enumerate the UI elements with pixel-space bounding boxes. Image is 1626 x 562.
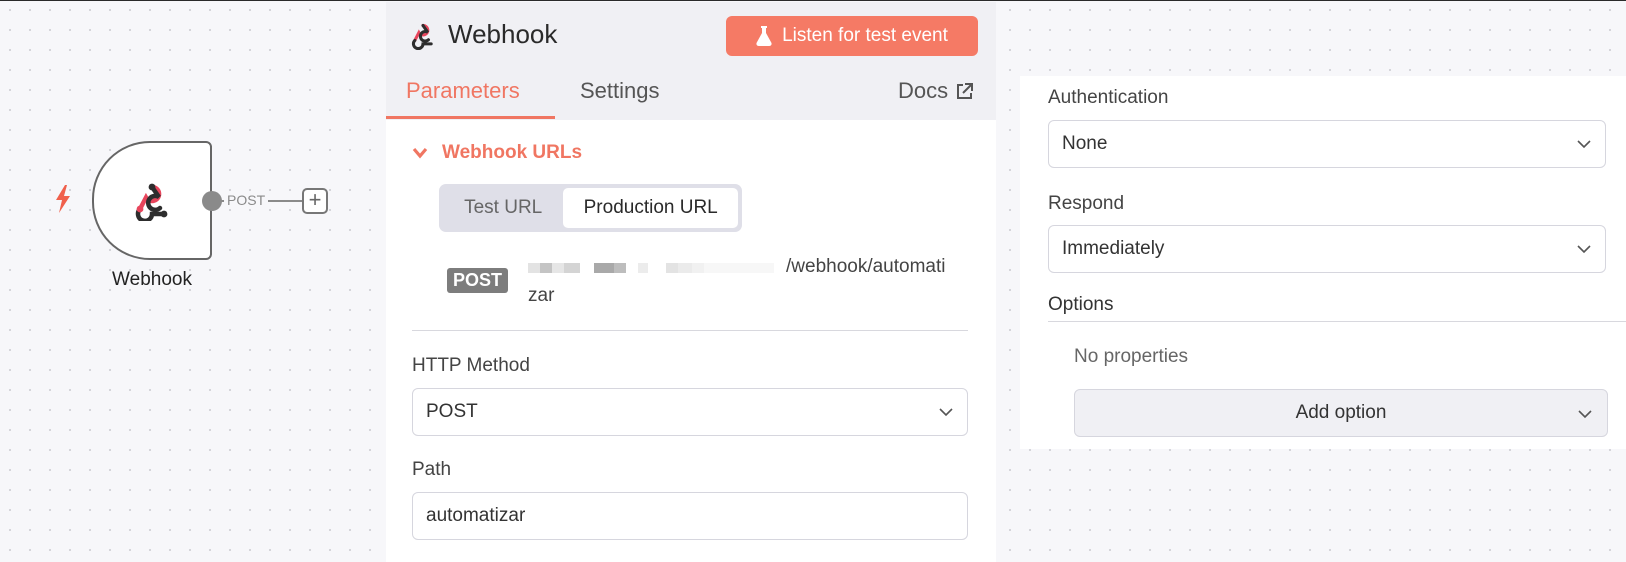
url-suffix-line2: zar xyxy=(528,285,555,306)
flask-icon xyxy=(756,26,772,46)
url-suffix-line1: /webhook/automati xyxy=(786,256,946,277)
listen-button-label: Listen for test event xyxy=(782,25,948,46)
chevron-down-icon xyxy=(939,408,953,417)
edge-label: POST xyxy=(224,192,269,209)
listen-for-test-event-button[interactable]: Listen for test event xyxy=(726,16,978,56)
chevron-down-icon xyxy=(1577,140,1591,149)
panel-title: Webhook xyxy=(448,19,558,49)
http-method-select[interactable]: POST xyxy=(412,388,968,436)
add-option-button[interactable]: Add option xyxy=(1074,389,1608,437)
authentication-label: Authentication xyxy=(1048,87,1169,108)
add-option-label: Add option xyxy=(1295,402,1387,423)
webhook-urls-title: Webhook URLs xyxy=(442,142,583,163)
respond-select[interactable]: Immediately xyxy=(1048,225,1606,273)
options-divider xyxy=(1048,321,1626,322)
chevron-down-icon xyxy=(1578,410,1592,419)
production-url-option[interactable]: Production URL xyxy=(563,188,738,228)
add-node-button[interactable]: + xyxy=(302,188,328,214)
tab-parameters[interactable]: Parameters xyxy=(406,78,520,104)
path-label: Path xyxy=(412,459,452,480)
options-label: Options xyxy=(1048,294,1114,315)
no-properties-text: No properties xyxy=(1074,346,1189,367)
panel-header: Webhook Listen for test event Parameters… xyxy=(386,2,996,120)
path-input[interactable]: automatizar xyxy=(412,492,968,540)
chevron-down-icon xyxy=(412,147,428,159)
webhook-icon xyxy=(135,183,168,221)
authentication-select[interactable]: None xyxy=(1048,120,1606,168)
chevron-down-icon xyxy=(1577,245,1591,254)
respond-label: Respond xyxy=(1048,193,1125,214)
url-type-toggle: Test URL Production URL xyxy=(439,184,742,232)
http-method-label: HTTP Method xyxy=(412,355,530,376)
active-tab-indicator xyxy=(386,116,555,119)
output-connector[interactable] xyxy=(202,191,222,211)
http-method-value: POST xyxy=(426,401,478,422)
docs-label: Docs xyxy=(898,78,949,103)
webhook-url-text[interactable]: /webhook/automati zar xyxy=(528,252,958,310)
webhook-urls-toggle[interactable]: Webhook URLs xyxy=(412,142,582,164)
external-link-icon xyxy=(957,82,974,99)
respond-value: Immediately xyxy=(1062,238,1165,259)
node-label: Webhook xyxy=(112,269,192,290)
webhook-icon xyxy=(411,23,433,50)
test-url-option[interactable]: Test URL xyxy=(443,188,563,228)
webhook-node[interactable] xyxy=(92,141,212,260)
tab-docs[interactable]: Docs xyxy=(898,78,974,104)
path-value: automatizar xyxy=(426,505,526,526)
node-parameters-panel: Webhook Listen for test event Parameters… xyxy=(386,2,996,562)
tab-settings[interactable]: Settings xyxy=(580,78,660,104)
lightning-bolt-icon xyxy=(56,185,70,213)
authentication-value: None xyxy=(1062,133,1108,154)
section-divider xyxy=(412,330,968,331)
method-badge: POST xyxy=(447,268,509,293)
node-options-panel: Authentication None Respond Immediately … xyxy=(1020,76,1626,449)
